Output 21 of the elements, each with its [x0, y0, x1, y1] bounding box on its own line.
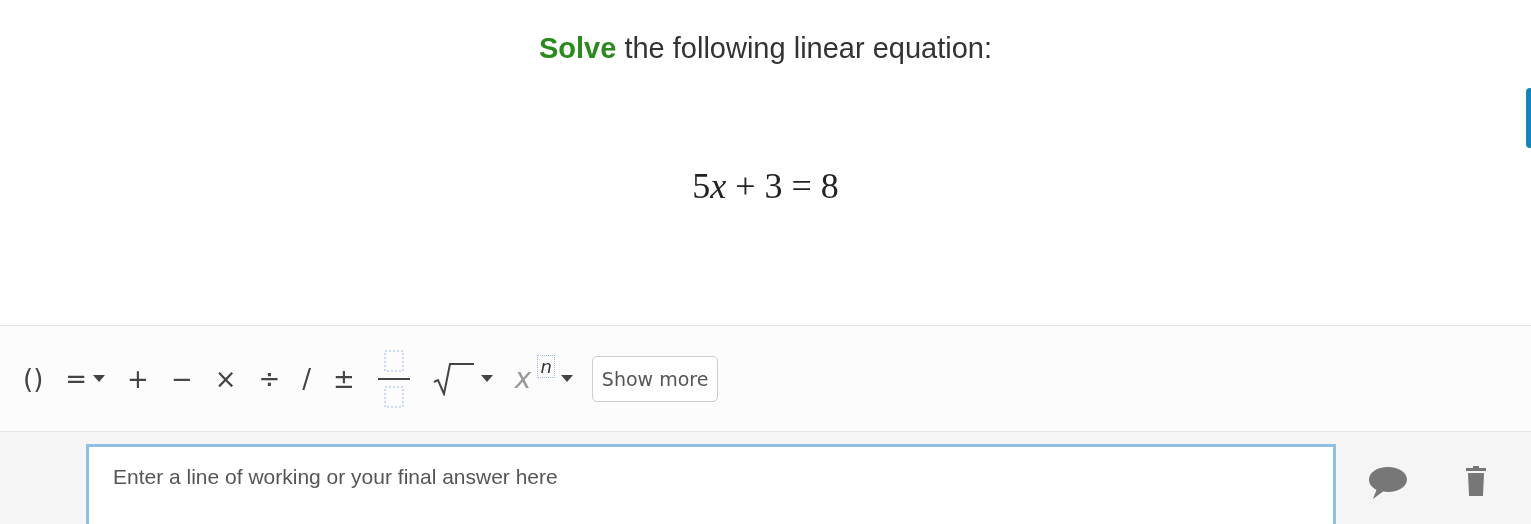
- answer-field[interactable]: Enter a line of working or your final answer here: [86, 444, 1336, 524]
- question-prompt: Solve the following linear equation:: [539, 32, 992, 65]
- scrollbar-thumb[interactable]: [1526, 88, 1531, 148]
- trash-icon[interactable]: [1466, 466, 1486, 497]
- caret-icon: [93, 375, 106, 383]
- symbol-dropdown[interactable]: =: [56, 356, 115, 401]
- symbol-button[interactable]: +: [118, 356, 158, 401]
- symbol-button[interactable]: ÷: [249, 356, 290, 401]
- square-root-icon: [432, 361, 475, 396]
- power-dropdown[interactable]: x n: [505, 356, 582, 401]
- show-more-button[interactable]: Show more: [591, 355, 719, 402]
- speech-bubble-icon[interactable]: [1368, 466, 1408, 500]
- symbol-button[interactable]: −: [161, 356, 202, 401]
- symbol-button[interactable]: /: [293, 356, 321, 401]
- equation: 5x + 3 = 8: [692, 165, 839, 207]
- caret-icon: [480, 375, 493, 383]
- symbol-button[interactable]: ±: [324, 356, 364, 401]
- symbol-button[interactable]: ×: [205, 356, 246, 401]
- fraction-icon: [376, 348, 411, 409]
- caret-icon: [560, 375, 573, 383]
- symbol-button[interactable]: (): [14, 356, 53, 401]
